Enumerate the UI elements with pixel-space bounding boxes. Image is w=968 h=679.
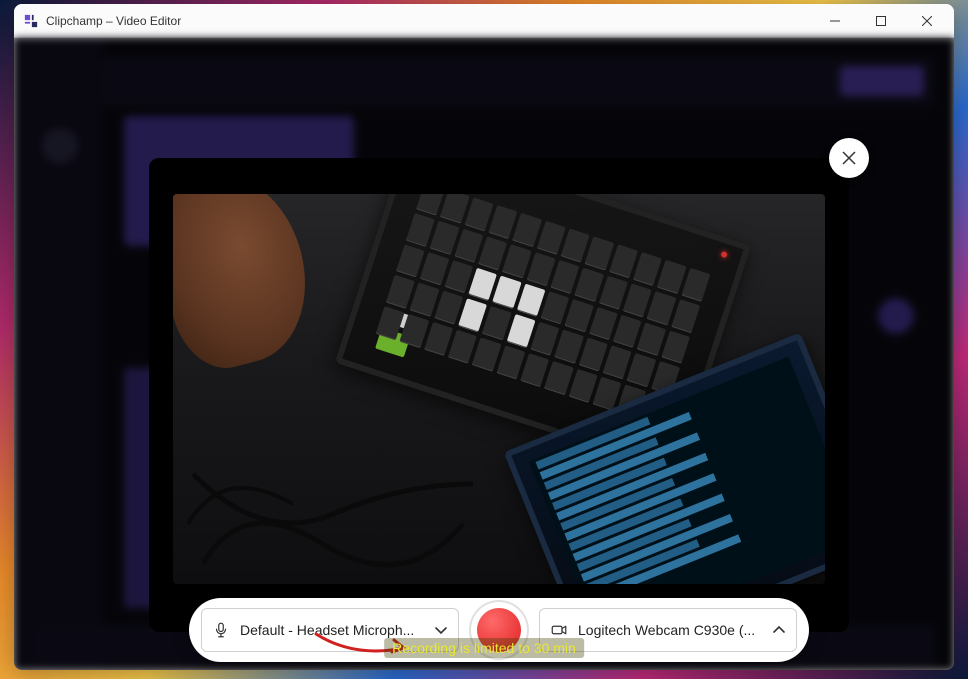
microphone-icon (212, 621, 230, 639)
modal-overlay: Default - Headset Microph... Logitech We… (14, 38, 954, 670)
minimize-button[interactable] (812, 4, 858, 38)
close-icon (842, 151, 856, 165)
close-window-button[interactable] (904, 4, 950, 38)
window-title: Clipchamp – Video Editor (46, 14, 812, 28)
camera-preview (173, 194, 825, 584)
camera-label: Logitech Webcam C930e (... (578, 622, 762, 638)
chevron-up-icon (772, 623, 786, 637)
microphone-label: Default - Headset Microph... (240, 622, 424, 638)
camera-recorder-modal: Default - Headset Microph... Logitech We… (149, 158, 849, 632)
app-icon (24, 14, 38, 28)
chevron-down-icon (434, 623, 448, 637)
recording-limit-notice: Recording is limited to 30 min (384, 638, 584, 658)
maximize-button[interactable] (858, 4, 904, 38)
app-window: Clipchamp – Video Editor (14, 4, 954, 670)
camera-icon (550, 621, 568, 639)
close-modal-button[interactable] (829, 138, 869, 178)
titlebar: Clipchamp – Video Editor (14, 4, 954, 38)
